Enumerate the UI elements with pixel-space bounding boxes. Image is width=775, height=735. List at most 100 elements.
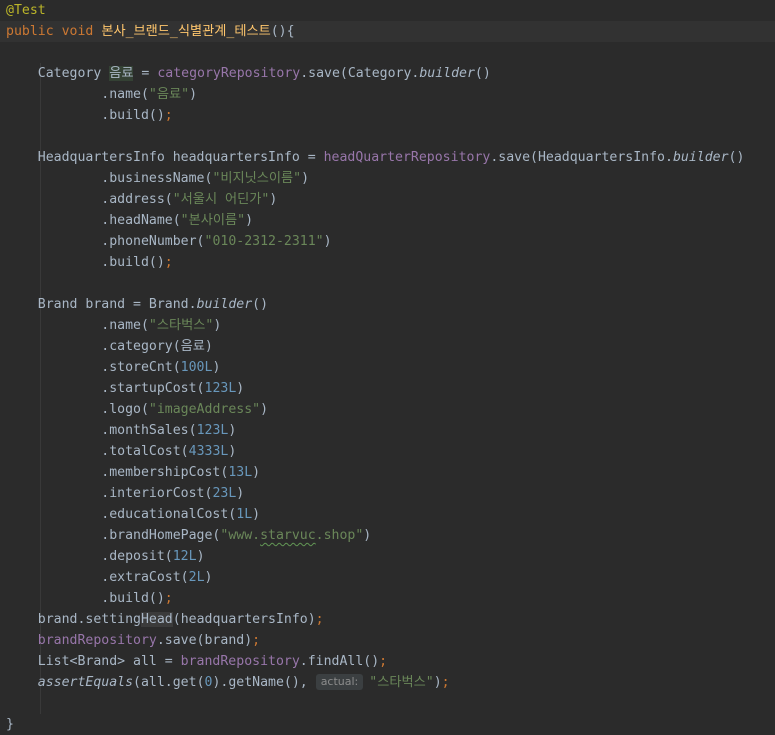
code-line[interactable]: .startupCost(123L) [6, 378, 244, 399]
code-token: "비지닛스이름" [212, 171, 302, 186]
code-line[interactable]: .build(); [6, 105, 173, 126]
code-token: (){ [270, 24, 295, 39]
code-token: .name( [6, 87, 149, 102]
code-token: .deposit( [6, 549, 173, 564]
code-line[interactable]: .name("스타벅스") [6, 315, 221, 336]
code-line[interactable]: .headName("본사이름") [6, 210, 253, 231]
code-token: ) [189, 87, 198, 102]
code-token: ).getName(), [212, 675, 316, 690]
code-token: .category(음료) [6, 339, 213, 354]
code-token: (all.get( [133, 675, 205, 690]
code-token: 123L [204, 381, 237, 396]
code-line[interactable]: HeadquartersInfo headquartersInfo = head… [6, 147, 745, 168]
code-line[interactable]: .address("서울시 어딘가") [6, 189, 277, 210]
code-token: Brand brand = Brand. [6, 297, 197, 312]
code-token: void [61, 24, 94, 39]
code-token: 100L [180, 360, 213, 375]
code-token: ) [245, 213, 254, 228]
code-line[interactable]: assertEquals(all.get(0).getName(), actua… [6, 672, 450, 693]
code-line[interactable]: Category 음료 = categoryRepository.save(Ca… [6, 63, 491, 84]
code-line[interactable]: .build(); [6, 252, 173, 273]
code-editor[interactable]: @Test public void 본사_브랜드_식별관계_테스트(){ Cate… [0, 0, 775, 732]
code-token: 12L [172, 549, 197, 564]
code-token: .phoneNumber( [6, 234, 205, 249]
code-token: "스타벅스" [369, 675, 434, 690]
code-token: .shop" [315, 528, 364, 543]
code-token: ) [301, 171, 310, 186]
code-line[interactable]: @Test [6, 0, 46, 21]
code-token: ) [228, 444, 237, 459]
code-token: brandRepository [37, 633, 157, 648]
code-token: .findAll() [299, 654, 380, 669]
code-token: .build() [6, 255, 165, 270]
code-token: .interiorCost( [6, 486, 213, 501]
code-line[interactable]: .build(); [6, 588, 172, 609]
code-token: "스타벅스" [148, 318, 214, 333]
code-line[interactable]: .logo("imageAddress") [6, 399, 268, 420]
code-line[interactable]: .brandHomePage("www.starvuc.shop") [6, 525, 371, 546]
code-token: "010-2312-2311" [204, 234, 324, 249]
code-line[interactable]: public void 본사_브랜드_식별관계_테스트(){ [0, 21, 775, 42]
code-line[interactable]: List<Brand> all = brandRepository.findAl… [6, 651, 387, 672]
code-line[interactable]: brand.settingHead(headquartersInfo); [6, 609, 324, 630]
code-token: .address( [6, 192, 173, 207]
code-line[interactable]: .interiorCost(23L) [6, 483, 244, 504]
code-token: builder [196, 297, 253, 312]
code-line[interactable]: .category(음료) [6, 336, 213, 357]
code-line[interactable]: .phoneNumber("010-2312-2311") [6, 231, 331, 252]
code-line[interactable]: Brand brand = Brand.builder() [6, 294, 268, 315]
code-token: .monthSales( [6, 423, 197, 438]
code-token: ; [164, 255, 173, 270]
code-token: ) [363, 528, 372, 543]
code-line[interactable]: brandRepository.save(brand); [6, 630, 260, 651]
code-token: headQuarterRepository [323, 150, 491, 165]
code-line[interactable]: .deposit(12L) [6, 546, 204, 567]
code-token: () [474, 66, 491, 81]
code-token: ; [164, 108, 173, 123]
code-token: } [6, 717, 14, 732]
code-token: ) [228, 423, 237, 438]
code-token: .extraCost( [6, 570, 189, 585]
code-token: categoryRepository [157, 66, 301, 81]
code-token: "서울시 어딘가" [172, 192, 270, 207]
code-line[interactable]: } [6, 714, 14, 735]
code-token: "음료" [148, 87, 190, 102]
code-token: ) [213, 318, 222, 333]
code-token: 23L [212, 486, 237, 501]
code-token: .startupCost( [6, 381, 205, 396]
code-line[interactable]: .educationalCost(1L) [6, 504, 260, 525]
code-token: ; [252, 633, 261, 648]
code-token: .totalCost( [6, 444, 189, 459]
code-token: 음료 [109, 66, 134, 81]
code-token: .build() [6, 108, 165, 123]
code-token: 123L [196, 423, 229, 438]
code-token: .save(Category. [300, 66, 420, 81]
code-line[interactable]: .storeCnt(100L) [6, 357, 220, 378]
code-token: ) [252, 465, 261, 480]
code-token: builder [672, 150, 729, 165]
code-line[interactable]: .membershipCost(13L) [6, 462, 260, 483]
code-token: .membershipCost( [6, 465, 229, 480]
code-token: starvuc [260, 528, 316, 543]
code-token: .save(brand) [156, 633, 253, 648]
code-line[interactable]: .name("음료") [6, 84, 197, 105]
code-token: List<Brand> all = [6, 654, 181, 669]
code-token: ; [441, 675, 450, 690]
code-line[interactable]: .monthSales(123L) [6, 420, 236, 441]
code-line[interactable]: .extraCost(2L) [6, 567, 212, 588]
code-token: .brandHomePage( [6, 528, 221, 543]
code-token: ) [236, 381, 245, 396]
code-token: ) [260, 402, 269, 417]
code-token: .educationalCost( [6, 507, 237, 522]
code-token: public [6, 24, 54, 39]
code-token: ) [212, 360, 221, 375]
code-token: ; [379, 654, 388, 669]
code-line[interactable]: .totalCost(4333L) [6, 441, 236, 462]
code-line[interactable]: .businessName("비지닛스이름") [6, 168, 309, 189]
code-token: brand.setting [6, 612, 141, 627]
code-token: builder [419, 66, 475, 81]
code-token: 13L [228, 465, 253, 480]
code-token: assertEquals [37, 675, 134, 690]
